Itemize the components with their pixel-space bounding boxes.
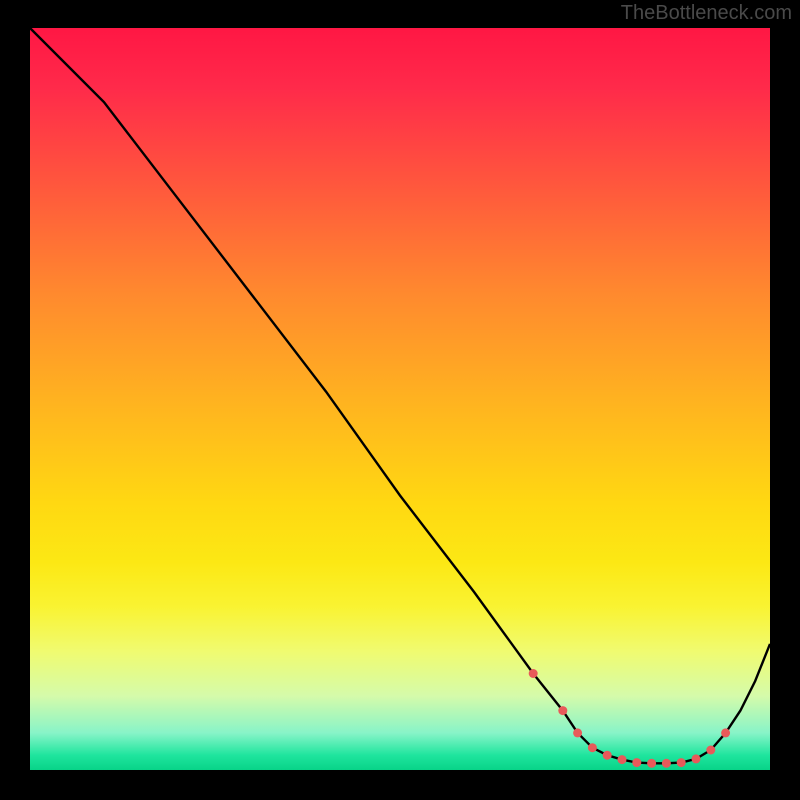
curve-marker xyxy=(573,728,582,737)
curve-marker xyxy=(706,746,715,755)
curve-marker xyxy=(692,754,701,763)
plot-area xyxy=(30,28,770,770)
curve-marker xyxy=(721,728,730,737)
curve-marker xyxy=(603,751,612,760)
curve-marker xyxy=(632,758,641,767)
curve-marker xyxy=(677,758,686,767)
attribution-text: TheBottleneck.com xyxy=(621,2,792,25)
curve-marker xyxy=(588,743,597,752)
curve-marker xyxy=(558,706,567,715)
curve-marker xyxy=(647,759,656,768)
curve-path xyxy=(30,28,770,763)
curve-marker xyxy=(529,669,538,678)
bottleneck-curve xyxy=(30,28,770,770)
curve-marker xyxy=(618,755,627,764)
curve-marker xyxy=(662,759,671,768)
curve-markers xyxy=(529,669,730,768)
